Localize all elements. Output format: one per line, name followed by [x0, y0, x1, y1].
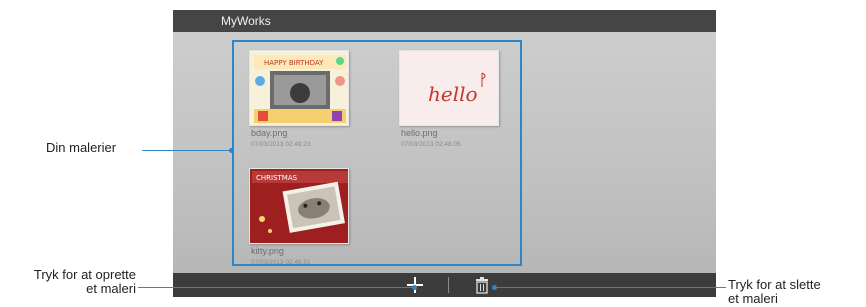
callout-create-line1: Tryk for at oprette	[33, 267, 136, 282]
callout-dot-create	[412, 285, 417, 290]
callout-create: Tryk for at oprette et maleri	[8, 268, 136, 296]
callout-create-line2: et maleri	[86, 281, 136, 296]
callout-delete: Tryk for at slette et maleri	[728, 278, 866, 306]
bottom-toolbar	[173, 273, 716, 297]
callout-line-create	[138, 287, 414, 288]
app-title-bar: MyWorks	[173, 10, 716, 32]
callout-paintings: Din malerier	[46, 140, 117, 155]
callout-delete-line1: Tryk for at slette	[728, 277, 821, 292]
callout-line-delete	[494, 287, 726, 288]
delete-painting-button[interactable]	[473, 276, 491, 294]
callout-line-paintings	[142, 150, 232, 151]
app-title: MyWorks	[221, 14, 271, 28]
callout-dot-paintings	[229, 148, 234, 153]
callout-delete-line2: et maleri	[728, 291, 778, 306]
callout-dot-delete	[492, 285, 497, 290]
toolbar-divider	[448, 277, 449, 293]
trash-icon	[476, 277, 488, 294]
paintings-highlight-frame	[232, 40, 522, 266]
